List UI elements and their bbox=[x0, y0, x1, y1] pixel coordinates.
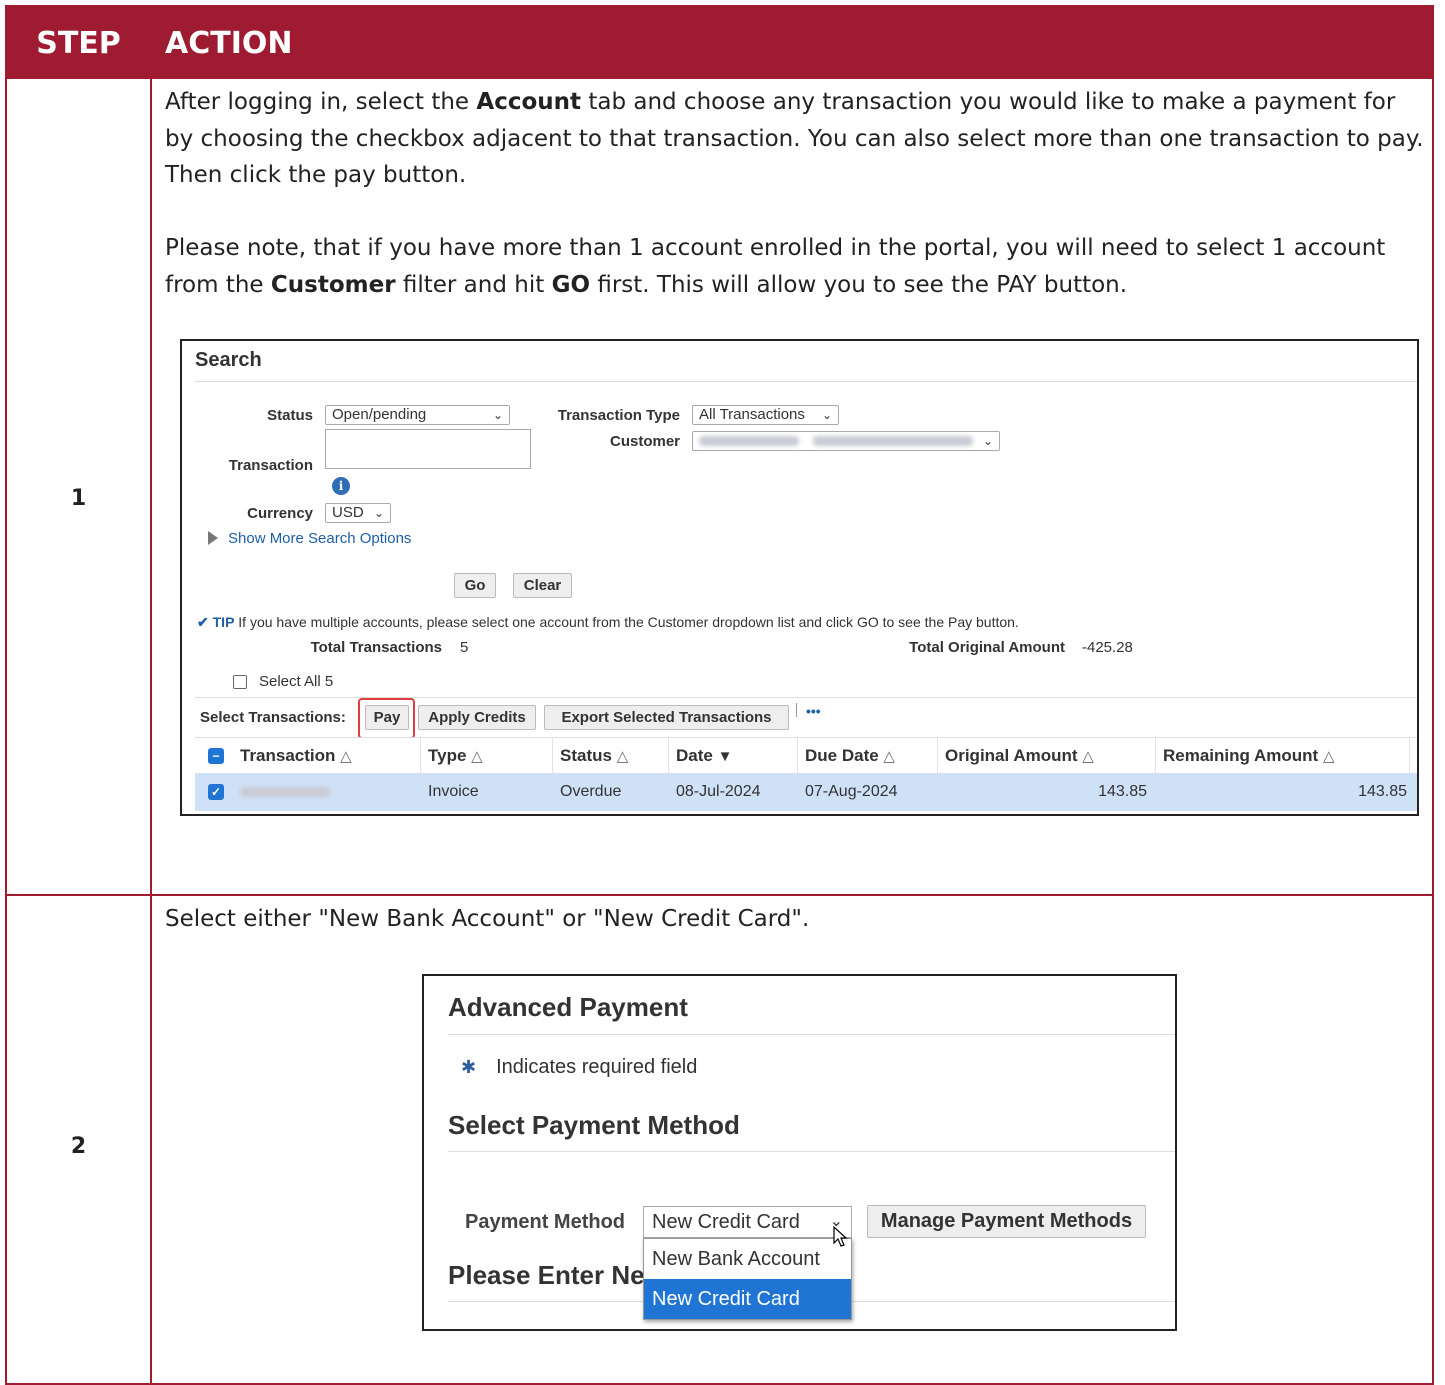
column-separator bbox=[937, 738, 938, 774]
info-icon[interactable]: i bbox=[332, 477, 350, 495]
action-column-header: ACTION bbox=[165, 25, 293, 61]
table-header: STEP ACTION bbox=[7, 7, 1432, 79]
redacted-transaction-number bbox=[240, 786, 330, 797]
mouse-cursor-icon bbox=[833, 1226, 848, 1247]
column-separator bbox=[420, 738, 421, 774]
divider bbox=[195, 381, 1417, 382]
select-all-rows-checkbox[interactable]: − bbox=[208, 748, 224, 764]
customer-select[interactable]: ⌄ bbox=[692, 431, 1000, 451]
cell-date: 08-Jul-2024 bbox=[676, 783, 761, 800]
enter-details-title: Please Enter Ne bbox=[448, 1260, 645, 1290]
chevron-down-icon: ⌄ bbox=[821, 408, 832, 422]
search-title: Search bbox=[195, 349, 262, 371]
tip-text: If you have multiple accounts, please se… bbox=[238, 614, 1019, 630]
row-divider bbox=[7, 894, 1432, 896]
column-separator bbox=[1409, 738, 1410, 774]
total-transactions-label: Total Transactions bbox=[310, 639, 442, 656]
tip-prefix: TIP bbox=[212, 614, 235, 630]
step-2-instruction: Select either "New Bank Account" or "New… bbox=[165, 906, 810, 932]
required-asterisk-icon: ✱ bbox=[461, 1057, 477, 1077]
column-header-due-date[interactable]: Due Date △ bbox=[805, 738, 895, 774]
toolbar-separator bbox=[796, 703, 797, 717]
select-all-label: Select All 5 bbox=[259, 673, 334, 690]
sort-ascending-icon: △ bbox=[1082, 748, 1094, 765]
chevron-down-icon: ⌄ bbox=[373, 506, 384, 520]
select-all-checkbox[interactable] bbox=[233, 675, 247, 689]
sort-ascending-icon: △ bbox=[471, 748, 483, 765]
column-divider bbox=[150, 7, 152, 1383]
table-row[interactable]: ✓ Invoice Overdue 08-Jul-2024 07-Aug-202… bbox=[195, 773, 1417, 811]
step-column-header: STEP bbox=[36, 25, 121, 61]
export-selected-transactions-button[interactable]: Export Selected Transactions bbox=[544, 705, 789, 730]
transaction-number bbox=[240, 773, 330, 811]
customer-label: Customer bbox=[609, 433, 680, 450]
clear-button[interactable]: Clear bbox=[513, 573, 572, 598]
currency-label: Currency bbox=[247, 505, 313, 522]
column-separator bbox=[668, 738, 669, 774]
status-select[interactable]: Open/pending ⌄ bbox=[325, 405, 510, 425]
currency-select[interactable]: USD ⌄ bbox=[325, 503, 391, 523]
column-header-status[interactable]: Status △ bbox=[560, 738, 628, 774]
status-label: Status bbox=[267, 407, 313, 424]
required-field-note: ✱ Indicates required field bbox=[461, 1056, 698, 1078]
transaction-input[interactable] bbox=[325, 429, 531, 469]
sort-ascending-icon: △ bbox=[1322, 748, 1335, 765]
column-header-transaction[interactable]: Transaction △ bbox=[240, 738, 352, 774]
sort-descending-icon: ▼ bbox=[717, 748, 733, 765]
column-header-date[interactable]: Date ▼ bbox=[676, 738, 732, 774]
payment-method-label: Payment Method bbox=[465, 1211, 626, 1233]
pay-button-callout bbox=[358, 698, 415, 739]
payment-method-select[interactable]: New Credit Card ⌄ bbox=[643, 1206, 852, 1238]
option-new-bank-account[interactable]: New Bank Account bbox=[644, 1239, 851, 1279]
chevron-down-icon: ⌄ bbox=[982, 434, 993, 448]
total-original-amount-label: Total Original Amount bbox=[909, 639, 1065, 656]
total-original-amount-value: -425.28 bbox=[1082, 639, 1133, 656]
step-number-1: 1 bbox=[70, 486, 87, 511]
go-button[interactable]: Go bbox=[454, 573, 496, 598]
payment-screenshot: Advanced Payment ✱ Indicates required fie… bbox=[422, 974, 1177, 1331]
column-separator bbox=[1155, 738, 1156, 774]
column-separator bbox=[552, 738, 553, 774]
step-1-instruction: After logging in, select the Account tab… bbox=[165, 89, 1424, 188]
cell-status: Overdue bbox=[560, 783, 622, 800]
manage-payment-methods-button[interactable]: Manage Payment Methods bbox=[867, 1205, 1146, 1238]
column-header-remaining-amount[interactable]: Remaining Amount △ bbox=[1163, 738, 1334, 774]
chevron-down-icon: ⌄ bbox=[492, 408, 503, 422]
cell-original-amount: 143.85 bbox=[1098, 783, 1147, 800]
transactions-grid-header: − Transaction △ Type △ Status △ Date ▼ D… bbox=[195, 737, 1417, 775]
checkmark-circle-icon: ✔ bbox=[197, 614, 209, 630]
select-transactions-label: Select Transactions: bbox=[200, 709, 346, 726]
show-more-search-options-link[interactable]: Show More Search Options bbox=[228, 530, 411, 547]
step-1-note: Please note, that if you have more than … bbox=[165, 235, 1386, 298]
expand-triangle-icon[interactable] bbox=[208, 531, 218, 545]
sort-ascending-icon: △ bbox=[883, 748, 895, 765]
divider bbox=[448, 1034, 1175, 1035]
select-payment-method-title: Select Payment Method bbox=[448, 1110, 740, 1140]
payment-method-dropdown: New Bank Account New Credit Card bbox=[643, 1238, 852, 1320]
column-header-original-amount[interactable]: Original Amount △ bbox=[945, 738, 1094, 774]
sort-ascending-icon: △ bbox=[340, 748, 352, 765]
transaction-type-select[interactable]: All Transactions ⌄ bbox=[692, 405, 839, 425]
redacted-customer-name bbox=[813, 436, 974, 447]
cell-remaining-amount: 143.85 bbox=[1358, 783, 1407, 800]
divider bbox=[448, 1151, 1175, 1152]
redacted-account-number bbox=[699, 436, 799, 447]
transaction-label: Transaction bbox=[228, 457, 313, 474]
cell-type: Invoice bbox=[428, 783, 479, 800]
advanced-payment-title: Advanced Payment bbox=[448, 992, 688, 1022]
column-header-type[interactable]: Type △ bbox=[428, 738, 483, 774]
option-new-credit-card[interactable]: New Credit Card bbox=[644, 1279, 851, 1319]
column-separator bbox=[797, 738, 798, 774]
sort-ascending-icon: △ bbox=[616, 748, 629, 765]
cell-due-date: 07-Aug-2024 bbox=[805, 783, 898, 800]
tip-message: ✔ TIP If you have multiple accounts, ple… bbox=[197, 614, 1019, 631]
row-checkbox[interactable]: ✓ bbox=[208, 784, 224, 800]
search-screenshot: Search Status Open/pending ⌄ Transaction … bbox=[180, 339, 1419, 816]
more-actions-icon[interactable]: ••• bbox=[806, 703, 821, 719]
apply-credits-button[interactable]: Apply Credits bbox=[418, 705, 536, 730]
transaction-type-label: Transaction Type bbox=[557, 407, 680, 424]
total-transactions-value: 5 bbox=[460, 639, 469, 656]
step-number-2: 2 bbox=[70, 1134, 87, 1159]
